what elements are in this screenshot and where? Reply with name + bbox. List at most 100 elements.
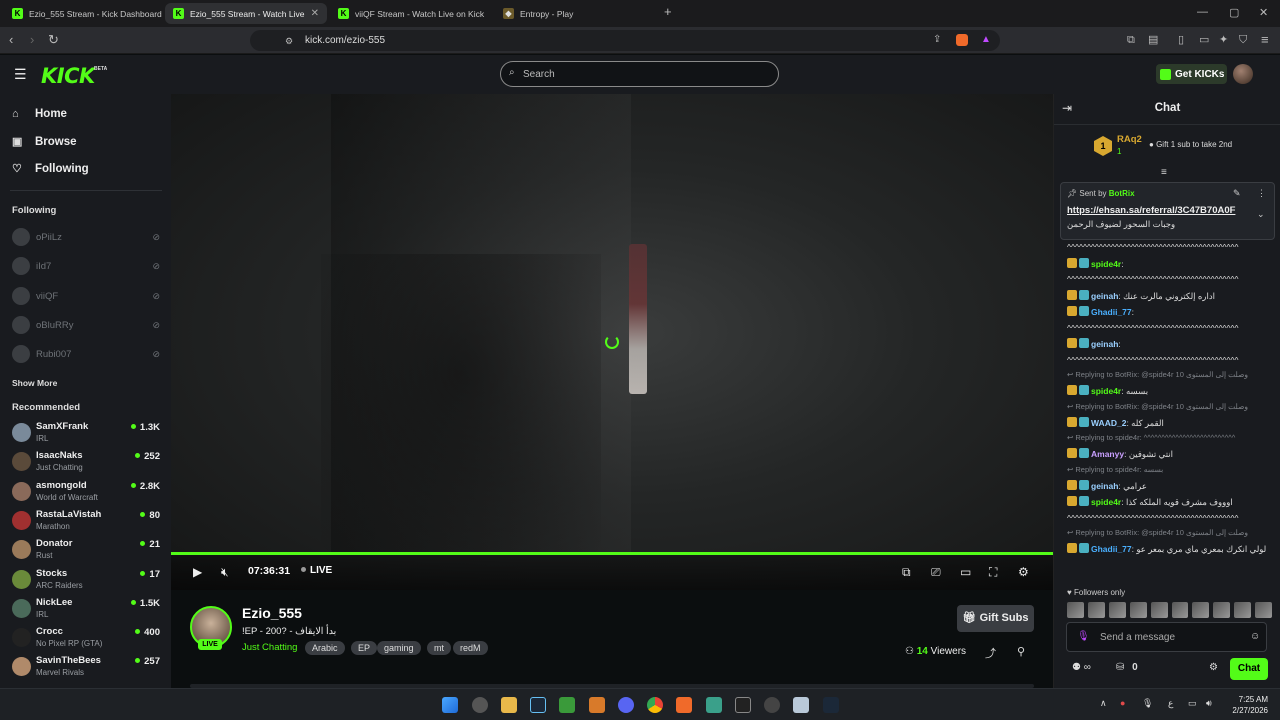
get-kicks-button[interactable]: Get KICKs: [1156, 64, 1227, 84]
discord-icon[interactable]: [618, 697, 634, 713]
wallet-icon[interactable]: ▭: [1199, 33, 1209, 47]
tab-ezio-stream[interactable]: K Ezio_555 Stream - Watch Live on Kick ✕: [165, 3, 327, 24]
emote[interactable]: [1087, 602, 1105, 618]
forward-icon[interactable]: ›: [30, 33, 34, 47]
microphone-icon[interactable]: 🎙︎: [1077, 631, 1090, 642]
chat-input[interactable]: 🎙︎ Send a message ☺: [1066, 622, 1267, 652]
chrome-icon[interactable]: [647, 697, 663, 713]
chat-username[interactable]: Ghadii_77: [1091, 307, 1132, 317]
close-window-icon[interactable]: ✕: [1259, 6, 1268, 19]
minimize-icon[interactable]: —: [1197, 6, 1208, 18]
chat-username[interactable]: geinah: [1091, 339, 1118, 349]
search-input[interactable]: ⌕ Search: [500, 61, 779, 87]
recommended-item[interactable]: Crocc No Pixel RP (GTA) 400: [12, 626, 160, 652]
recommended-item[interactable]: Donator Rust 21: [12, 538, 160, 564]
filter-icon[interactable]: ≡: [1161, 167, 1167, 178]
stream-category[interactable]: Just Chatting: [242, 642, 297, 653]
close-tab-icon[interactable]: ✕: [305, 8, 319, 19]
app-icon[interactable]: [706, 697, 722, 713]
chat-username[interactable]: Amanyy: [1091, 449, 1124, 459]
recommended-item[interactable]: SavinTheBees Marvel Rivals 257: [12, 655, 160, 681]
steam-icon[interactable]: [823, 697, 839, 713]
back-icon[interactable]: ‹: [9, 33, 13, 47]
kick-logo[interactable]: KICK: [41, 64, 95, 88]
fullscreen-icon[interactable]: ⛶: [989, 565, 997, 580]
kicks-points-icon[interactable]: ⚉ ∞: [1072, 662, 1091, 673]
emote[interactable]: [1067, 602, 1084, 618]
reply-context[interactable]: ↩ Replying to spide4r: بسسه: [1067, 465, 1272, 474]
recommended-item[interactable]: asmongold World of Warcraft 2.8K: [12, 480, 160, 506]
tag[interactable]: EP: [351, 641, 378, 655]
emote[interactable]: [1129, 602, 1147, 618]
chat-username[interactable]: geinah: [1091, 291, 1118, 301]
leo-ai-icon[interactable]: ✦: [1219, 33, 1228, 47]
emote[interactable]: [1192, 602, 1210, 618]
user-avatar[interactable]: [1233, 64, 1253, 84]
system-clock[interactable]: 7:25 AM 2/27/2026: [1224, 694, 1268, 716]
video-player[interactable]: ▶ 🔇︎ 07:36:31 LIVE ⧉ ⎚ ▭ ⛶ ⚙: [171, 94, 1053, 590]
brave-shield-icon[interactable]: [956, 34, 968, 46]
tray-app-icon[interactable]: ●: [1120, 698, 1125, 708]
sidebar-toggle-icon[interactable]: ▯: [1178, 33, 1184, 47]
rewards-icon[interactable]: ▲: [981, 34, 991, 45]
emote[interactable]: [1255, 602, 1273, 618]
nav-following[interactable]: ♡ Following: [12, 162, 89, 176]
reply-context[interactable]: ↩ Replying to BotRix: @spide4r 10 وصلت إ…: [1067, 528, 1272, 537]
tag[interactable]: mt: [427, 641, 451, 655]
gift-leaderboard[interactable]: 1 RAq2 1 ● Gift 1 sub to take 2nd: [1094, 134, 1280, 164]
following-item[interactable]: oBluRRy ⊘: [12, 316, 160, 334]
app-icon[interactable]: [589, 697, 605, 713]
recommended-item[interactable]: RastaLaVistah Marathon 80: [12, 509, 160, 535]
emote[interactable]: [1108, 602, 1126, 618]
live-indicator[interactable]: LIVE: [301, 565, 332, 576]
share-icon[interactable]: ⤴: [985, 645, 996, 661]
chat-username[interactable]: spide4r: [1091, 386, 1121, 396]
hamburger-menu-icon[interactable]: ☰: [14, 66, 27, 83]
send-chat-button[interactable]: Chat: [1230, 658, 1268, 680]
nav-home[interactable]: ⌂ Home: [12, 108, 67, 120]
following-item[interactable]: Rubi007 ⊘: [12, 345, 160, 363]
tray-overflow-icon[interactable]: ∧: [1100, 698, 1107, 709]
recommended-item[interactable]: IsaacNaks Just Chatting 252: [12, 450, 160, 476]
emote[interactable]: [1234, 602, 1252, 618]
site-info-icon[interactable]: ⚙: [285, 34, 293, 48]
vpn-shield-icon[interactable]: ⛉: [1239, 33, 1247, 47]
url-field[interactable]: ⚙ kick.com/ezio-555 ⇪ ▲: [250, 30, 1000, 51]
xbox-icon[interactable]: [559, 697, 575, 713]
reload-icon[interactable]: ↻: [48, 33, 59, 47]
following-item[interactable]: viiQF ⊘: [12, 287, 160, 305]
menu-icon[interactable]: ≡: [1261, 33, 1269, 47]
play-icon[interactable]: ▶: [193, 565, 202, 579]
chat-settings-icon[interactable]: ⚙: [1209, 662, 1218, 673]
chat-username[interactable]: spide4r: [1091, 497, 1121, 507]
new-tab-icon[interactable]: +: [664, 5, 672, 19]
recommended-item[interactable]: Stocks ARC Raiders 17: [12, 568, 160, 594]
app-icon[interactable]: [793, 697, 809, 713]
settings-app-icon[interactable]: [472, 697, 488, 713]
clip-icon[interactable]: ⎚: [931, 565, 941, 580]
emote[interactable]: [1150, 602, 1168, 618]
emote[interactable]: [1171, 602, 1189, 618]
tab-search-icon[interactable]: ▤: [1148, 33, 1158, 47]
chat-username[interactable]: geinah: [1091, 481, 1118, 491]
share-icon[interactable]: ⇪: [933, 33, 941, 47]
reply-context[interactable]: ↩ Replying to BotRix: @spide4r 10 وصلت إ…: [1067, 370, 1272, 379]
tab-viiqf-stream[interactable]: K viiQF Stream - Watch Live on Kick: [330, 3, 492, 24]
chat-username[interactable]: spide4r: [1091, 259, 1121, 269]
following-item[interactable]: iId7 ⊘: [12, 257, 160, 275]
recommended-item[interactable]: NickLee IRL 1.5K: [12, 597, 160, 623]
recommended-item[interactable]: SamXFrank IRL 1.3K: [12, 421, 160, 447]
file-explorer-icon[interactable]: [501, 697, 517, 713]
gift-subs-button[interactable]: 🎁︎ Gift Subs: [957, 605, 1034, 632]
emoji-icon[interactable]: ☺: [1250, 631, 1260, 642]
channel-name[interactable]: Ezio_555: [242, 605, 302, 621]
chat-username[interactable]: WAAD_2: [1091, 418, 1126, 428]
chat-username[interactable]: Ghadii_77: [1091, 544, 1132, 554]
brave-icon[interactable]: [676, 697, 692, 713]
reply-context[interactable]: ↩ Replying to spide4r: ^^^^^^^^^^^^^^^^^…: [1067, 433, 1272, 442]
volume-icon[interactable]: 🔊︎: [1206, 698, 1212, 709]
tag[interactable]: redM: [453, 641, 488, 655]
tab-kick-dashboard[interactable]: K Ezio_555 Stream - Kick Dashboard ✕: [4, 3, 162, 24]
windows-start-icon[interactable]: [442, 697, 458, 713]
emote[interactable]: [1213, 602, 1231, 618]
